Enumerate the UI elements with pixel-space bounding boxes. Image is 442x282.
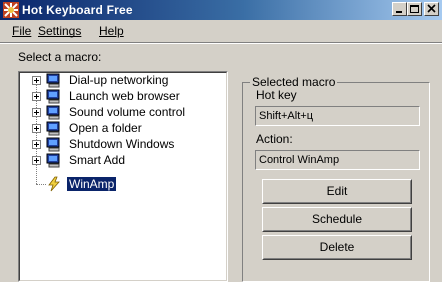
tree-item-label: WinAmp — [67, 177, 117, 191]
close-button[interactable] — [424, 2, 439, 16]
computer-icon — [46, 105, 60, 120]
schedule-button[interactable]: Schedule — [262, 207, 412, 232]
delete-button-label: Delete — [319, 240, 355, 254]
computer-icon — [46, 153, 60, 168]
tree-item-label: Open a folder — [69, 121, 142, 135]
tree-item-label: Shutdown Windows — [69, 137, 175, 151]
expand-icon[interactable] — [32, 76, 41, 85]
computer-icon — [46, 73, 60, 88]
hotkey-label: Hot key — [256, 88, 297, 102]
tree-item-dialup[interactable]: Dial-up networking — [19, 72, 227, 88]
menu-help[interactable]: Help — [99, 24, 124, 38]
schedule-button-label: Schedule — [311, 212, 363, 226]
macro-tree[interactable]: Dial-up networking Launch web browser So… — [18, 71, 228, 282]
expand-icon[interactable] — [32, 108, 41, 117]
tree-item-smart-add[interactable]: Smart Add — [19, 152, 227, 168]
tree-item-shutdown[interactable]: Shutdown Windows — [19, 136, 227, 152]
window-title: Hot Keyboard Free — [22, 3, 133, 17]
maximize-icon — [410, 5, 419, 13]
menu-file[interactable]: File — [12, 24, 31, 38]
computer-icon — [46, 89, 60, 104]
tree-item-label: Smart Add — [69, 153, 126, 167]
hotkey-field: Shift+Alt+ц — [255, 106, 420, 126]
expand-icon[interactable] — [32, 140, 41, 149]
selected-macro-title: Selected macro — [250, 75, 338, 89]
app-icon — [3, 2, 19, 18]
expand-icon[interactable] — [32, 92, 41, 101]
minimize-icon — [396, 11, 402, 13]
action-label: Action: — [256, 132, 293, 146]
title-bar: Hot Keyboard Free — [0, 0, 442, 20]
menu-separator — [0, 42, 442, 44]
computer-icon — [46, 137, 60, 152]
computer-icon — [46, 121, 60, 136]
menu-bar: File Settings Help — [0, 20, 442, 42]
hotkey-value: Shift+Alt+ц — [259, 110, 313, 122]
tree-item-sound-volume[interactable]: Sound volume control — [19, 104, 227, 120]
menu-settings[interactable]: Settings — [38, 24, 81, 38]
close-icon — [427, 4, 436, 13]
tree-item-label: Dial-up networking — [69, 73, 169, 87]
tree-item-label: Launch web browser — [69, 89, 180, 103]
edit-button-label: Edit — [326, 184, 348, 198]
tree-item-winamp[interactable]: WinAmp — [19, 176, 227, 192]
action-value: Control WinAmp — [259, 154, 340, 166]
tree-item-launch-browser[interactable]: Launch web browser — [19, 88, 227, 104]
action-field: Control WinAmp — [255, 150, 420, 170]
menu-file-label: File — [12, 24, 32, 38]
menu-help-label: Help — [99, 24, 124, 38]
maximize-button[interactable] — [407, 2, 422, 16]
lightning-icon — [48, 176, 60, 192]
select-macro-label: Select a macro: — [18, 50, 102, 64]
expand-icon[interactable] — [32, 156, 41, 165]
tree-item-label: Sound volume control — [69, 105, 186, 119]
edit-button[interactable]: Edit — [262, 179, 412, 204]
expand-icon[interactable] — [32, 124, 41, 133]
tree-item-open-folder[interactable]: Open a folder — [19, 120, 227, 136]
menu-settings-label: Settings — [38, 24, 82, 38]
minimize-button[interactable] — [392, 2, 407, 16]
delete-button[interactable]: Delete — [262, 235, 412, 260]
